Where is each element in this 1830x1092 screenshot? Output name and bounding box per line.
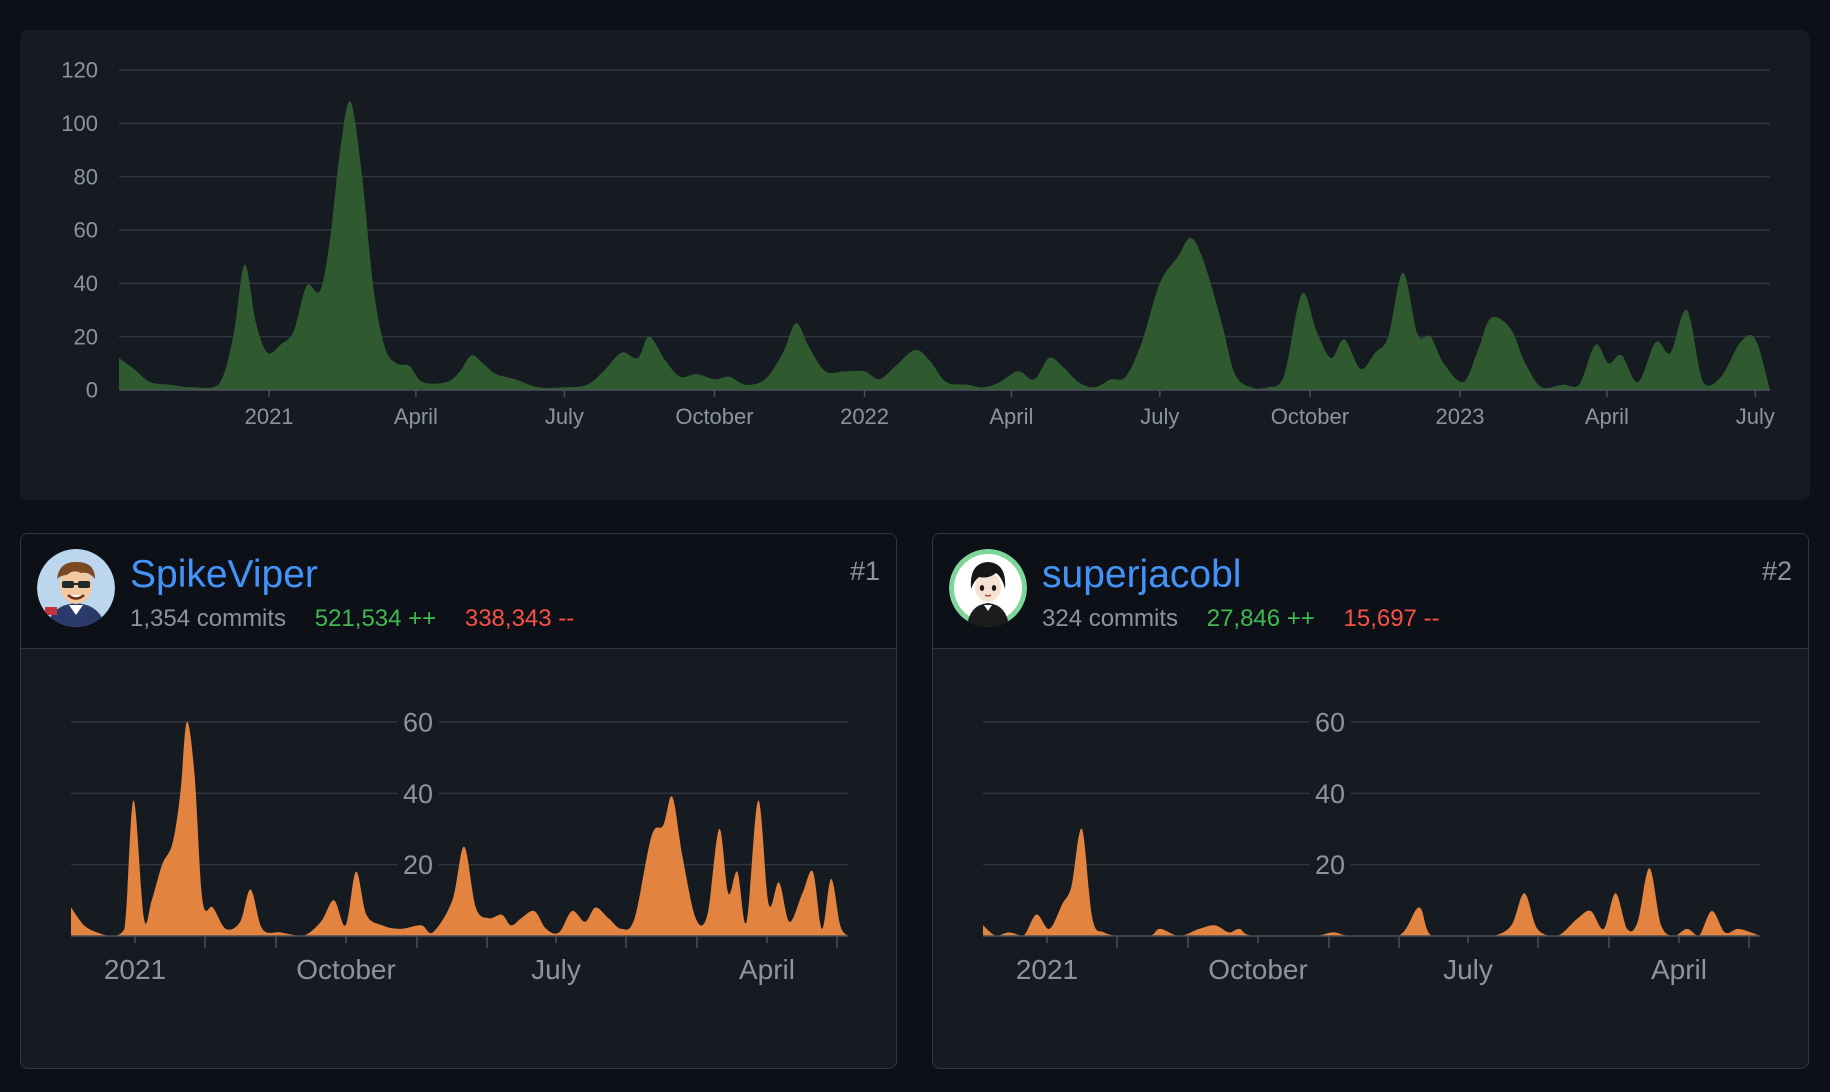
y-tick-label: 80 (74, 164, 98, 189)
contributor-avatar-icon[interactable] (949, 549, 1027, 627)
contributor-header: superjacobl 324 commits 27,846 ++ 15,697… (933, 534, 1808, 649)
x-tick-label: 2021 (245, 404, 294, 429)
commit-activity-area (983, 828, 1760, 936)
y-tick-label: 20 (1315, 850, 1345, 880)
commits-overview-chart: 0 20 40 60 80 100 120 2021 April July October 2022 A… (61, 58, 1775, 429)
commit-activity-area (71, 721, 848, 936)
x-tick-label: April (1585, 404, 1629, 429)
deletions-count: 338,343 -- (464, 605, 575, 632)
y-tick-label: 100 (61, 111, 98, 136)
x-tick-label: July (1736, 404, 1775, 429)
additions-count: 521,534 ++ (314, 605, 437, 632)
contributor-chart: 20 40 60 2021 October July April (71, 705, 848, 985)
contributor-name-link[interactable]: SpikeViper (130, 552, 318, 598)
additions-count: 27,846 ++ (1206, 605, 1315, 632)
y-tick-label: 40 (74, 271, 98, 296)
y-tick-label: 20 (74, 324, 98, 349)
x-tick-label: 2023 (1436, 404, 1485, 429)
contributor-card-1: SpikeViper 1,354 commits 521,534 ++ 338,… (20, 533, 897, 1069)
x-tick-label: July (1443, 954, 1493, 985)
contributor-chart: 20 40 60 2021 October July April (983, 705, 1760, 985)
y-tick-label: 60 (1315, 707, 1345, 737)
y-tick-label: 40 (403, 779, 433, 809)
deletions-count: 15,697 -- (1343, 605, 1440, 632)
x-tick-label: April (394, 404, 438, 429)
x-tick-label: April (739, 954, 795, 985)
contributor-avatar-icon[interactable] (37, 549, 115, 627)
commit-count[interactable]: 324 commits (1042, 605, 1178, 632)
x-tick-label: April (989, 404, 1033, 429)
y-tick-label: 60 (74, 218, 98, 243)
y-tick-label: 40 (1315, 779, 1345, 809)
contributor-stats: 1,354 commits 521,534 ++ 338,343 -- (130, 604, 574, 634)
contributor-card-2: superjacobl 324 commits 27,846 ++ 15,697… (932, 533, 1809, 1069)
contributor-rank: #1 (849, 556, 880, 586)
y-tick-label: 20 (403, 850, 433, 880)
commit-count[interactable]: 1,354 commits (130, 605, 286, 632)
x-tick-label: July (531, 954, 581, 985)
x-tick-label: 2021 (1016, 954, 1078, 985)
x-tick-label: October (296, 954, 396, 985)
x-tick-label: July (1140, 404, 1179, 429)
contributor-stats: 324 commits 27,846 ++ 15,697 -- (1042, 604, 1440, 634)
commit-activity-area (119, 101, 1770, 391)
y-tick-label: 60 (403, 707, 433, 737)
x-tick-label: 2022 (840, 404, 889, 429)
x-tick-label: October (1271, 404, 1349, 429)
x-tick-label: April (1651, 954, 1707, 985)
x-tick-label: October (1208, 954, 1308, 985)
contributor-name-link[interactable]: superjacobl (1042, 552, 1241, 598)
y-tick-label: 120 (61, 58, 98, 83)
contributor-header: SpikeViper 1,354 commits 521,534 ++ 338,… (21, 534, 896, 649)
contributor-rank: #2 (1761, 556, 1792, 586)
x-tick-label: 2021 (104, 954, 166, 985)
x-tick-label: July (545, 404, 584, 429)
commits-overview-panel: 0 20 40 60 80 100 120 2021 April July October 2022 A… (20, 30, 1810, 500)
x-tick-label: October (675, 404, 753, 429)
y-tick-label: 0 (86, 378, 98, 403)
